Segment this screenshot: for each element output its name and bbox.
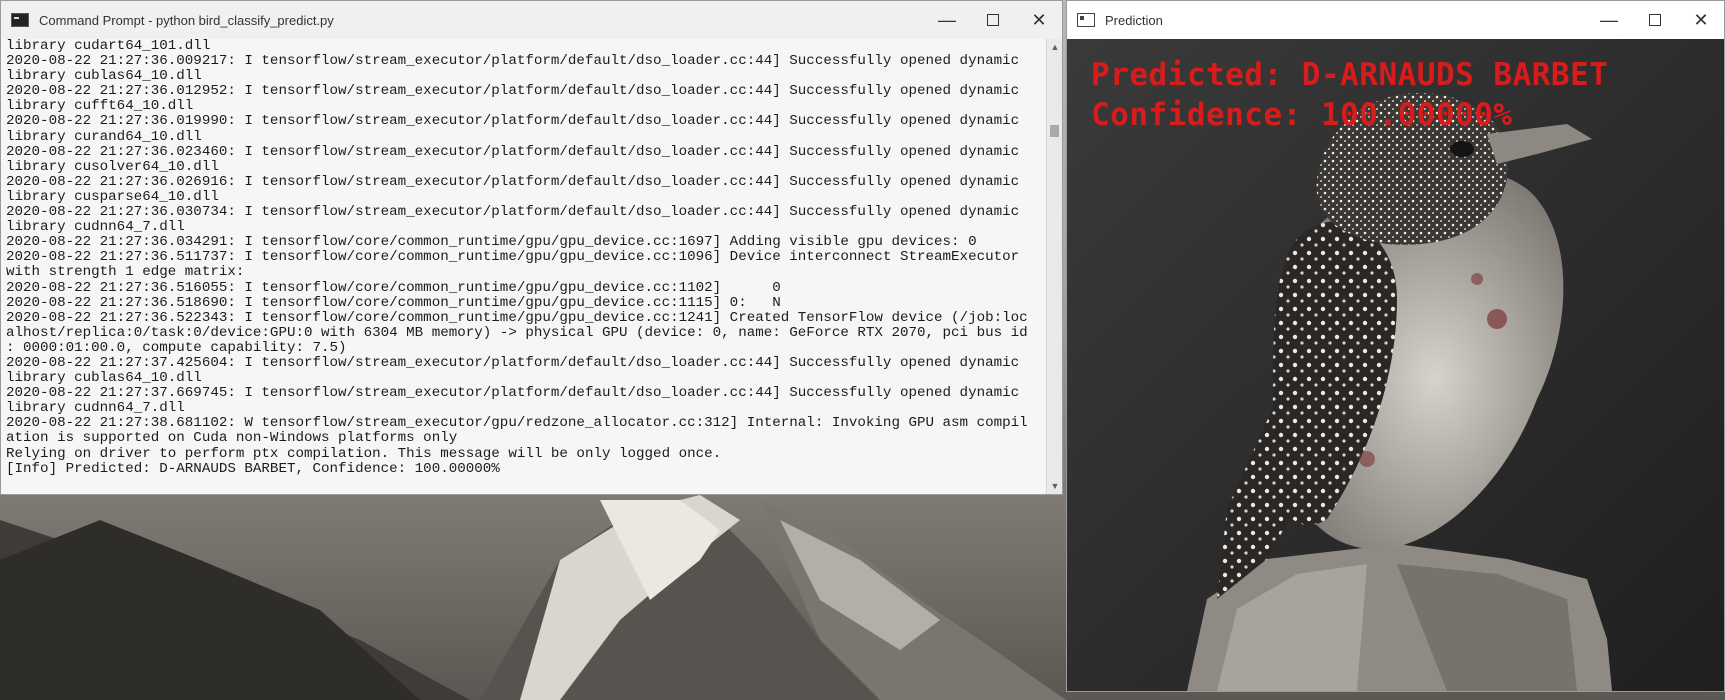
- console-line: 2020-08-22 21:27:37.425604: I tensorflow…: [6, 354, 1020, 371]
- close-button[interactable]: ✕: [1016, 1, 1062, 39]
- maximize-button[interactable]: [970, 1, 1016, 39]
- scroll-thumb[interactable]: [1050, 125, 1059, 137]
- console-line: 2020-08-22 21:27:36.034291: I tensorflow…: [6, 234, 977, 251]
- prediction-titlebar[interactable]: Prediction — ✕: [1067, 1, 1724, 39]
- console-line: library cudnn64_7.dll: [6, 400, 185, 417]
- console-line: 2020-08-22 21:27:36.012952: I tensorflow…: [6, 83, 1020, 100]
- console-line: library cublas64_10.dll: [6, 68, 202, 85]
- predicted-label: Predicted: D-ARNAUDS BARBET: [1091, 57, 1609, 93]
- maximize-button[interactable]: [1632, 1, 1678, 39]
- console-line: 2020-08-22 21:27:36.030734: I tensorflow…: [6, 204, 1020, 221]
- console-line: library cufft64_10.dll: [6, 98, 194, 115]
- console-scrollbar[interactable]: ▲ ▼: [1046, 39, 1062, 494]
- prediction-caption-buttons: — ✕: [1586, 1, 1724, 39]
- console-line: library cublas64_10.dll: [6, 370, 202, 387]
- console-line: library curand64_10.dll: [6, 128, 202, 145]
- minimize-button[interactable]: —: [1586, 1, 1632, 39]
- console-line: : 0000:01:00.0, compute capability: 7.5): [6, 339, 347, 356]
- console-line: library cusparse64_10.dll: [6, 188, 219, 205]
- console-line: 2020-08-22 21:27:38.681102: W tensorflow…: [6, 415, 1028, 432]
- scroll-up-arrow-icon[interactable]: ▲: [1047, 39, 1063, 55]
- prediction-window[interactable]: Prediction — ✕ Predicted: D-ARNAUDS BARB…: [1066, 0, 1725, 692]
- console-line: 2020-08-22 21:27:36.019990: I tensorflow…: [6, 113, 1020, 130]
- console-line: with strength 1 edge matrix:: [6, 264, 245, 281]
- scroll-down-arrow-icon[interactable]: ▼: [1047, 478, 1063, 494]
- maximize-icon: [1649, 14, 1661, 26]
- cmd-window-title: Command Prompt - python bird_classify_pr…: [39, 12, 334, 28]
- console-line: 2020-08-22 21:27:36.518690: I tensorflow…: [6, 294, 781, 311]
- window-icon: [1077, 13, 1095, 27]
- console-line: 2020-08-22 21:27:36.516055: I tensorflow…: [6, 279, 781, 296]
- minimize-button[interactable]: —: [924, 1, 970, 39]
- maximize-icon: [987, 14, 999, 26]
- console-line: 2020-08-22 21:27:36.009217: I tensorflow…: [6, 53, 1020, 70]
- confidence-label: Confidence: 100.00000%: [1091, 97, 1513, 133]
- prediction-window-title: Prediction: [1105, 12, 1163, 28]
- console-line: library cudnn64_7.dll: [6, 219, 185, 236]
- command-prompt-window[interactable]: Command Prompt - python bird_classify_pr…: [0, 0, 1063, 495]
- bird-prediction-image: Predicted: D-ARNAUDS BARBET Confidence: …: [1067, 39, 1724, 691]
- close-button[interactable]: ✕: [1678, 1, 1724, 39]
- console-line: Relying on driver to perform ptx compila…: [6, 445, 722, 462]
- console-line: library cusolver64_10.dll: [6, 158, 219, 175]
- cmd-titlebar[interactable]: Command Prompt - python bird_classify_pr…: [1, 1, 1062, 39]
- console-line: 2020-08-22 21:27:36.023460: I tensorflow…: [6, 143, 1020, 160]
- console-output[interactable]: library cudart64_101.dll 2020-08-22 21:27…: [1, 39, 1047, 494]
- console-line: library cudart64_101.dll: [6, 39, 211, 54]
- bird-photo: [1067, 39, 1724, 691]
- console-line: 2020-08-22 21:27:36.522343: I tensorflow…: [6, 309, 1028, 326]
- console-line: 2020-08-22 21:27:37.669745: I tensorflow…: [6, 385, 1020, 402]
- console-icon: [11, 13, 29, 27]
- minimize-icon: —: [938, 10, 956, 30]
- close-icon: ✕: [1693, 9, 1709, 30]
- console-line: alhost/replica:0/task:0/device:GPU:0 wit…: [6, 324, 1028, 341]
- minimize-icon: —: [1600, 10, 1618, 30]
- cmd-caption-buttons: — ✕: [924, 1, 1062, 39]
- console-line: 2020-08-22 21:27:36.026916: I tensorflow…: [6, 173, 1020, 190]
- close-icon: ✕: [1031, 9, 1047, 30]
- console-line: [Info] Predicted: D-ARNAUDS BARBET, Conf…: [6, 460, 500, 477]
- console-line: 2020-08-22 21:27:36.511737: I tensorflow…: [6, 249, 1020, 266]
- console-line: ation is supported on Cuda non-Windows p…: [6, 430, 458, 447]
